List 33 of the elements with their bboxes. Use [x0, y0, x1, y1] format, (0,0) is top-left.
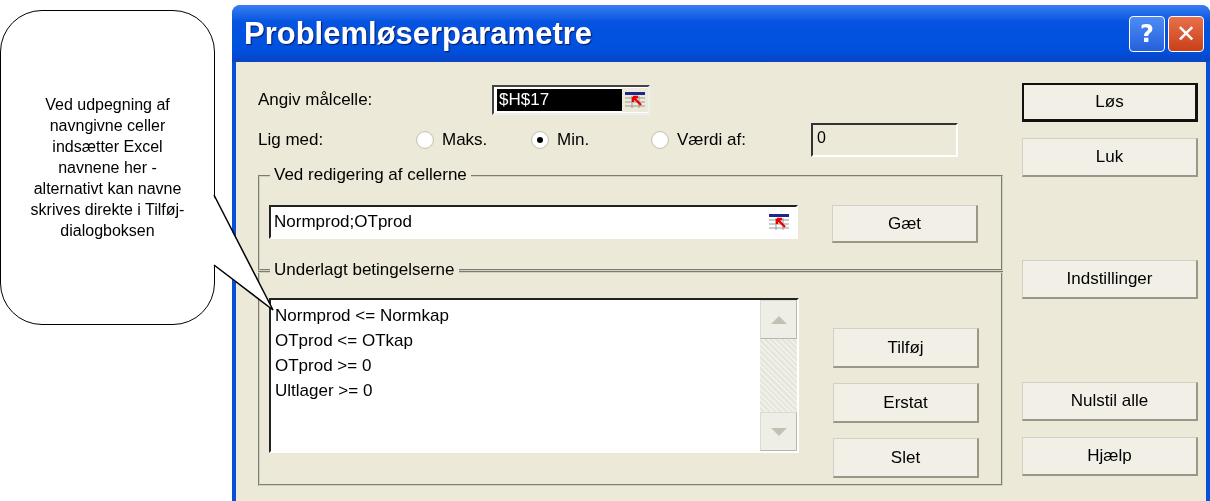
constraint-button[interactable]: Tilføj — [833, 328, 979, 368]
close-button[interactable]: ✕ — [1168, 15, 1204, 52]
field-label: Lig med: — [258, 130, 325, 150]
radio-option[interactable]: Min. — [531, 130, 651, 150]
grid-arrow-icon — [768, 213, 790, 231]
constraint-button[interactable]: Slet — [833, 438, 979, 478]
range-button[interactable] — [622, 88, 648, 112]
radio-option[interactable]: Værdi af: — [651, 130, 811, 150]
scrollbar[interactable] — [760, 300, 797, 451]
dialog-button[interactable]: Luk — [1022, 138, 1198, 177]
constraint-item[interactable]: Ultlager >= 0 — [275, 378, 756, 403]
constraint-button[interactable]: Erstat — [833, 383, 979, 423]
value-field[interactable]: 0 — [811, 123, 958, 157]
target-cell-field[interactable]: $H$17 — [492, 85, 650, 115]
dialog-button[interactable]: Nulstil alle — [1022, 382, 1198, 421]
window-title: Problemløserparametre — [244, 15, 594, 52]
constraint-item[interactable]: Normprod <= Normkap — [275, 303, 756, 328]
group-title: Ved redigering af cellerne — [270, 165, 471, 185]
constraint-item[interactable]: OTprod <= OTkap — [275, 328, 756, 353]
field-value: $H$17 — [497, 89, 622, 111]
guess-button[interactable]: Gæt — [832, 205, 978, 243]
scroll-down-icon[interactable] — [769, 426, 788, 437]
dialog-button[interactable]: Løs — [1022, 83, 1198, 122]
help-button[interactable]: ? — [1129, 15, 1165, 52]
dialog-button[interactable]: Indstillinger — [1022, 260, 1198, 299]
radio-option[interactable]: Maks. — [416, 130, 531, 150]
field-label: Angiv målcelle: — [258, 90, 374, 110]
grid-arrow-icon — [624, 91, 646, 109]
scroll-up-icon[interactable] — [769, 314, 788, 325]
group-title: Underlagt betingelserne — [270, 260, 459, 280]
constraint-item[interactable]: OTprod >= 0 — [275, 353, 756, 378]
dialog-button[interactable]: Hjælp — [1022, 437, 1198, 476]
callout-text: Ved udpegning af navngivne celler indsætter Excel navnene her - alternativt kan navne skrives direkte i Tilføj-dialogboksen — [29, 95, 186, 241]
